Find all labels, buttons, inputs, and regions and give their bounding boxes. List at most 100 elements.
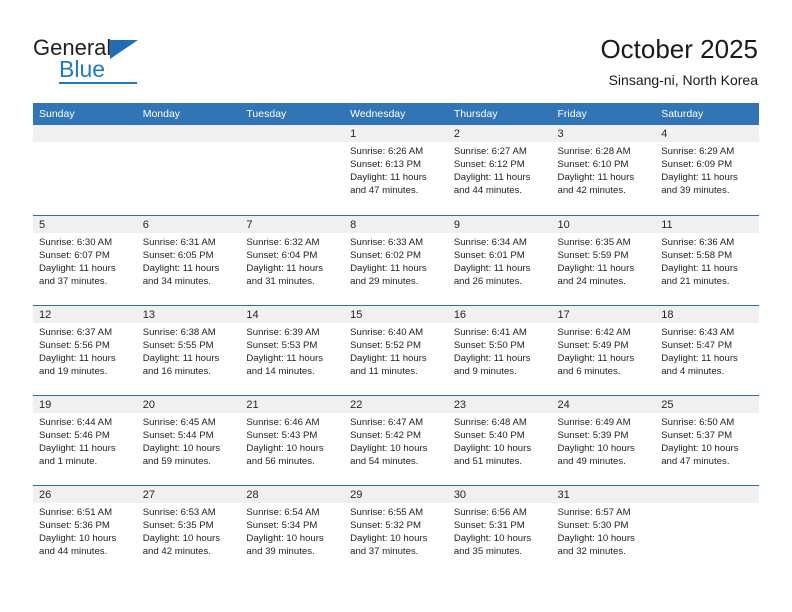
location-subtitle: Sinsang-ni, North Korea <box>608 72 758 88</box>
day-number: 4 <box>655 125 759 142</box>
daylight-text-line1: Daylight: 11 hours <box>142 262 220 274</box>
calendar-week-row: 12 Sunrise: 6:37 AM Sunset: 5:56 PM Dayl… <box>33 304 759 395</box>
calendar-week-row: 1 Sunrise: 6:26 AM Sunset: 6:13 PM Dayli… <box>33 125 759 215</box>
sunrise-text: Sunrise: 6:46 AM <box>246 416 320 428</box>
day-cell[interactable]: 5 Sunrise: 6:30 AM Sunset: 6:07 PM Dayli… <box>33 214 137 305</box>
daylight-text-line1: Daylight: 11 hours <box>661 172 738 184</box>
sunrise-text: Sunrise: 6:51 AM <box>39 506 113 518</box>
day-cell[interactable]: 30 Sunrise: 6:56 AM Sunset: 5:31 PM Dayl… <box>447 484 552 575</box>
day-details: Sunrise: 6:55 AM Sunset: 5:32 PM Dayligh… <box>344 503 448 558</box>
weekday-header-monday: Monday <box>136 103 241 125</box>
day-cell[interactable]: 19 Sunrise: 6:44 AM Sunset: 5:46 PM Dayl… <box>33 394 137 485</box>
daylight-text-line1: Daylight: 10 hours <box>246 442 324 454</box>
sunrise-text: Sunrise: 6:45 AM <box>142 416 216 428</box>
day-number: 13 <box>136 305 241 323</box>
daylight-text-line2: and 39 minutes. <box>661 185 730 197</box>
day-cell[interactable]: 29 Sunrise: 6:55 AM Sunset: 5:32 PM Dayl… <box>344 484 448 575</box>
day-cell[interactable]: 14 Sunrise: 6:39 AM Sunset: 5:53 PM Dayl… <box>240 304 345 395</box>
daylight-text-line2: and 44 minutes. <box>453 185 523 197</box>
day-cell[interactable]: 26 Sunrise: 6:51 AM Sunset: 5:36 PM Dayl… <box>33 484 137 575</box>
day-cell[interactable]: 10 Sunrise: 6:35 AM Sunset: 5:59 PM Dayl… <box>551 214 656 305</box>
day-cell[interactable]: 13 Sunrise: 6:38 AM Sunset: 5:55 PM Dayl… <box>136 304 241 395</box>
day-cell[interactable]: 20 Sunrise: 6:45 AM Sunset: 5:44 PM Dayl… <box>136 394 241 485</box>
daylight-text-line1: Daylight: 11 hours <box>350 172 427 184</box>
day-number: 18 <box>655 305 759 323</box>
day-details: Sunrise: 6:26 AM Sunset: 6:13 PM Dayligh… <box>344 142 448 197</box>
day-cell[interactable]: 1 Sunrise: 6:26 AM Sunset: 6:13 PM Dayli… <box>344 125 448 215</box>
day-details: Sunrise: 6:39 AM Sunset: 5:53 PM Dayligh… <box>240 323 344 378</box>
sunrise-text: Sunrise: 6:38 AM <box>142 326 216 338</box>
sunset-text: Sunset: 5:43 PM <box>246 429 318 441</box>
day-number: 17 <box>551 305 656 323</box>
sunset-text: Sunset: 6:07 PM <box>39 249 110 261</box>
daylight-text-line1: Daylight: 10 hours <box>557 532 635 544</box>
day-cell[interactable]: 18 Sunrise: 6:43 AM Sunset: 5:47 PM Dayl… <box>655 304 759 395</box>
day-cell[interactable]: 8 Sunrise: 6:33 AM Sunset: 6:02 PM Dayli… <box>344 214 448 305</box>
sunset-text: Sunset: 5:35 PM <box>142 519 214 531</box>
day-cell[interactable]: 4 Sunrise: 6:29 AM Sunset: 6:09 PM Dayli… <box>655 125 759 215</box>
day-number: 3 <box>551 125 656 142</box>
daylight-text-line2: and 24 minutes. <box>557 275 626 287</box>
day-cell[interactable]: 15 Sunrise: 6:40 AM Sunset: 5:52 PM Dayl… <box>344 304 448 395</box>
sunset-text: Sunset: 5:37 PM <box>661 429 733 441</box>
sunset-text: Sunset: 6:02 PM <box>350 249 422 261</box>
sunrise-text: Sunrise: 6:40 AM <box>350 326 424 338</box>
day-cell[interactable]: 25 Sunrise: 6:50 AM Sunset: 5:37 PM Dayl… <box>655 394 759 485</box>
day-number: 1 <box>344 125 448 142</box>
daylight-text-line1: Daylight: 11 hours <box>453 172 531 184</box>
daylight-text-line2: and 1 minute. <box>39 455 98 467</box>
day-cell[interactable]: 24 Sunrise: 6:49 AM Sunset: 5:39 PM Dayl… <box>551 394 656 485</box>
day-number: 10 <box>551 215 656 233</box>
day-number: 15 <box>344 305 448 323</box>
sunrise-sunset-calendar: Sunday Monday Tuesday Wednesday Thursday… <box>33 103 759 575</box>
daylight-text-line2: and 49 minutes. <box>557 455 626 467</box>
day-cell[interactable]: 2 Sunrise: 6:27 AM Sunset: 6:12 PM Dayli… <box>447 125 552 215</box>
daylight-text-line2: and 35 minutes. <box>453 545 523 557</box>
day-cell[interactable]: 27 Sunrise: 6:53 AM Sunset: 5:35 PM Dayl… <box>136 484 241 575</box>
day-number: 29 <box>344 485 448 503</box>
sunrise-text: Sunrise: 6:32 AM <box>246 236 320 248</box>
daylight-text-line1: Daylight: 10 hours <box>350 442 428 454</box>
daylight-text-line1: Daylight: 11 hours <box>350 262 427 274</box>
day-cell[interactable]: 9 Sunrise: 6:34 AM Sunset: 6:01 PM Dayli… <box>447 214 552 305</box>
day-cell[interactable]: 22 Sunrise: 6:47 AM Sunset: 5:42 PM Dayl… <box>344 394 448 485</box>
sunrise-text: Sunrise: 6:34 AM <box>453 236 527 248</box>
daylight-text-line2: and 51 minutes. <box>453 455 523 467</box>
day-cell[interactable]: 7 Sunrise: 6:32 AM Sunset: 6:04 PM Dayli… <box>240 214 345 305</box>
sunrise-text: Sunrise: 6:31 AM <box>142 236 216 248</box>
day-details: Sunrise: 6:31 AM Sunset: 6:05 PM Dayligh… <box>137 233 241 288</box>
day-cell[interactable]: 11 Sunrise: 6:36 AM Sunset: 5:58 PM Dayl… <box>655 214 759 305</box>
weekday-header-saturday: Saturday <box>655 103 759 125</box>
day-details: Sunrise: 6:48 AM Sunset: 5:40 PM Dayligh… <box>448 413 552 468</box>
weekday-header-tuesday: Tuesday <box>240 103 345 125</box>
daylight-text-line2: and 42 minutes. <box>142 545 211 557</box>
day-cell[interactable]: 23 Sunrise: 6:48 AM Sunset: 5:40 PM Dayl… <box>447 394 552 485</box>
daylight-text-line2: and 14 minutes. <box>246 365 315 377</box>
day-number: 16 <box>447 305 552 323</box>
day-details: Sunrise: 6:54 AM Sunset: 5:34 PM Dayligh… <box>240 503 344 558</box>
day-cell[interactable]: 6 Sunrise: 6:31 AM Sunset: 6:05 PM Dayli… <box>136 214 241 305</box>
day-cell[interactable]: 16 Sunrise: 6:41 AM Sunset: 5:50 PM Dayl… <box>447 304 552 395</box>
day-details: Sunrise: 6:28 AM Sunset: 6:10 PM Dayligh… <box>552 142 656 197</box>
day-number: 11 <box>655 215 759 233</box>
daylight-text-line2: and 44 minutes. <box>39 545 108 557</box>
daylight-text-line1: Daylight: 10 hours <box>142 442 221 454</box>
day-cell[interactable]: 31 Sunrise: 6:57 AM Sunset: 5:30 PM Dayl… <box>551 484 656 575</box>
day-cell[interactable]: 17 Sunrise: 6:42 AM Sunset: 5:49 PM Dayl… <box>551 304 656 395</box>
sunset-text: Sunset: 5:32 PM <box>350 519 422 531</box>
day-number: 14 <box>240 305 345 323</box>
day-cell[interactable]: 3 Sunrise: 6:28 AM Sunset: 6:10 PM Dayli… <box>551 125 656 215</box>
sunset-text: Sunset: 5:49 PM <box>557 339 629 351</box>
day-cell-empty <box>33 125 137 215</box>
day-cell[interactable]: 28 Sunrise: 6:54 AM Sunset: 5:34 PM Dayl… <box>240 484 345 575</box>
sunset-text: Sunset: 5:30 PM <box>557 519 629 531</box>
daylight-text-line2: and 29 minutes. <box>350 275 419 287</box>
daylight-text-line1: Daylight: 10 hours <box>142 532 221 544</box>
day-cell-empty <box>655 484 759 575</box>
day-cell[interactable]: 21 Sunrise: 6:46 AM Sunset: 5:43 PM Dayl… <box>240 394 345 485</box>
sunrise-text: Sunrise: 6:39 AM <box>246 326 320 338</box>
day-cell[interactable]: 12 Sunrise: 6:37 AM Sunset: 5:56 PM Dayl… <box>33 304 137 395</box>
logo-text-blue: Blue <box>59 56 106 82</box>
sunrise-text: Sunrise: 6:29 AM <box>661 146 735 157</box>
sunset-text: Sunset: 6:12 PM <box>453 159 525 171</box>
